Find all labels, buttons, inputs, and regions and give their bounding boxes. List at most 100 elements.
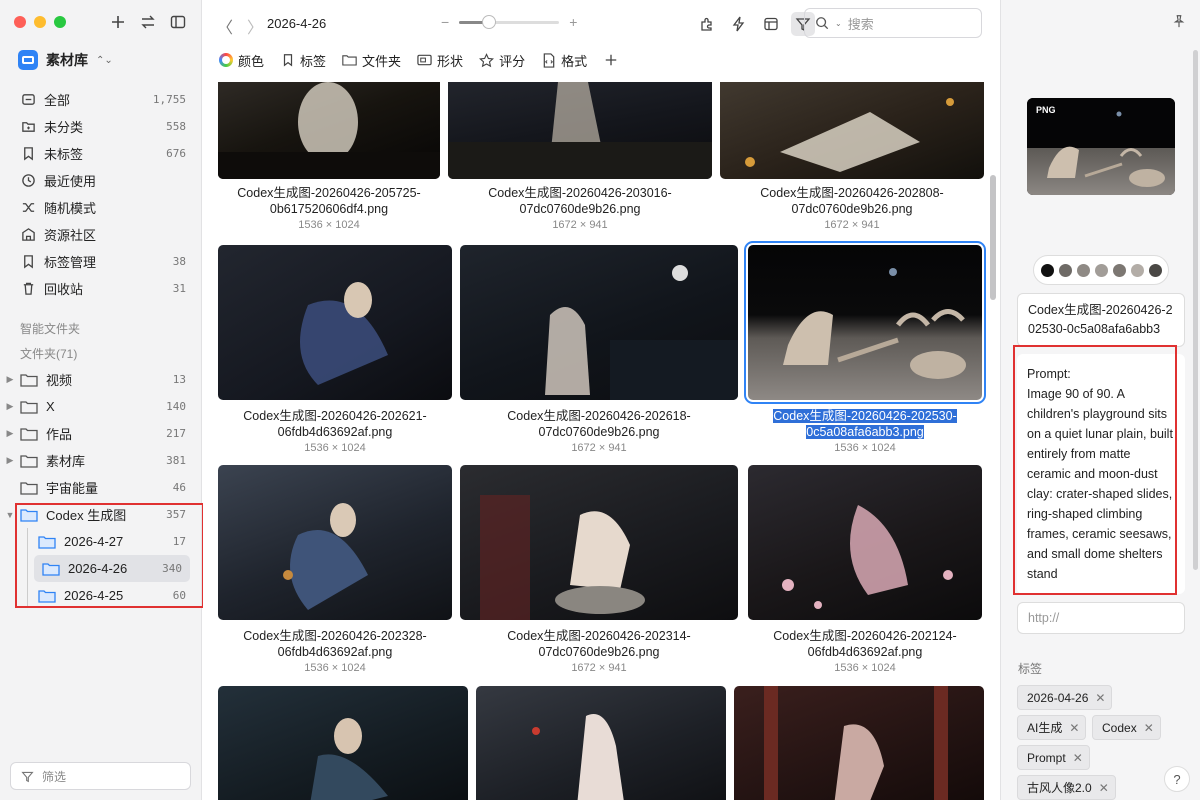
image-thumbnail[interactable] (460, 465, 738, 620)
forward-arrow-icon[interactable]: 〉 (247, 14, 263, 38)
file-name: Codex生成图-20260426-202124- (773, 629, 957, 643)
folder-label: 宇宙能量 (46, 481, 99, 496)
filter-color[interactable]: 颜色 (219, 51, 264, 70)
chevron-down-icon[interactable]: ⌄ (835, 19, 842, 28)
breadcrumb: 2026-4-26 (267, 16, 327, 31)
file-name: 07dc0760de9b26.png (519, 202, 641, 216)
close-icon[interactable]: ✕ (1099, 781, 1109, 795)
nav-item-recent[interactable]: 最近使用 (12, 167, 192, 194)
chevron-right-icon[interactable]: ▶ (4, 428, 16, 439)
file-name: Codex生成图-20260426-202618- (507, 409, 691, 423)
close-icon[interactable]: ✕ (1095, 691, 1105, 705)
color-swatch[interactable] (1130, 263, 1144, 277)
zoom-out-button[interactable]: − (441, 14, 449, 30)
grid-scrollbar[interactable] (990, 175, 996, 300)
close-icon[interactable]: ✕ (1069, 721, 1079, 735)
sidebar-nav: 全部 1,755 未分类 558 未标签 676 最近使用 随机模式 资源社区 … (12, 86, 192, 302)
folder-item[interactable]: ▶ X 140 (4, 393, 194, 420)
sidebar-toggle-icon[interactable] (169, 12, 187, 32)
swap-icon[interactable] (139, 12, 157, 32)
tag-chip[interactable]: Prompt ✕ (1017, 745, 1090, 770)
search-input[interactable]: ⌄ 搜索 (804, 8, 982, 38)
nav-item-trash[interactable]: 回收站 31 (12, 275, 192, 302)
app-window: 素材库 ⌃⌄ 全部 1,755 未分类 558 未标签 676 最近使用 随机模… (0, 0, 1200, 800)
zoom-slider[interactable] (459, 14, 560, 29)
zoom-thumb[interactable] (482, 14, 497, 29)
zoom-in-button[interactable]: + (569, 14, 577, 30)
close-window-button[interactable] (14, 16, 26, 28)
color-swatch[interactable] (1058, 263, 1072, 277)
file-name: Codex生成图-20260426-205725- (237, 186, 421, 200)
filter-tags[interactable]: 标签 (280, 51, 326, 70)
chevron-right-icon[interactable]: ▶ (4, 374, 16, 385)
nav-item-tag-manager[interactable]: 标签管理 38 (12, 248, 192, 275)
color-palette (1033, 255, 1169, 285)
file-name: 07dc0760de9b26.png (538, 425, 660, 439)
file-name: 0c5a08afa6abb3.png (806, 425, 924, 439)
file-name: Codex生成图-20260426-203016- (488, 186, 672, 200)
color-swatch[interactable] (1076, 263, 1090, 277)
image-thumbnail[interactable] (218, 82, 440, 179)
color-swatch[interactable] (1148, 263, 1162, 277)
filter-format[interactable]: 格式 (541, 51, 587, 70)
layout-icon[interactable] (759, 12, 783, 36)
image-thumbnail[interactable] (448, 82, 712, 179)
minimize-window-button[interactable] (34, 16, 46, 28)
filter-label: 颜色 (238, 53, 265, 69)
color-swatch[interactable] (1040, 263, 1054, 277)
filter-folder[interactable]: 文件夹 (342, 51, 401, 70)
image-thumbnail[interactable] (460, 245, 738, 400)
url-input[interactable]: http:// (1017, 602, 1185, 634)
image-thumbnail-selected[interactable] (744, 241, 986, 404)
add-icon[interactable] (109, 12, 127, 32)
close-icon[interactable]: ✕ (1144, 721, 1154, 735)
tag-chip[interactable]: 2026-04-26 ✕ (1017, 685, 1113, 710)
nav-item-uncategorized[interactable]: 未分类 558 (12, 113, 192, 140)
image-dimensions: 1672 × 941 (552, 219, 608, 231)
filename-field[interactable]: Codex生成图-20260426-202530-0c5a08afa6abb3 (1017, 293, 1185, 347)
tag-chip[interactable]: AI生成 ✕ (1017, 715, 1087, 740)
inspector-scrollbar[interactable] (1193, 50, 1198, 570)
image-thumbnail[interactable] (218, 686, 468, 800)
add-filter-button[interactable] (603, 53, 618, 68)
folders-label[interactable]: 文件夹(71) (20, 345, 77, 362)
tag-label: Codex (1102, 720, 1137, 735)
image-thumbnail[interactable] (218, 465, 452, 620)
chevron-right-icon[interactable]: ▶ (4, 401, 16, 412)
filter-shape[interactable]: 形状 (417, 51, 463, 70)
folder-item[interactable]: ▶ 作品 217 (4, 420, 194, 447)
image-thumbnail[interactable] (476, 686, 726, 800)
nav-item-random[interactable]: 随机模式 (12, 194, 192, 221)
file-name: Codex生成图-20260426-202621- (243, 409, 427, 423)
tag-chip[interactable]: 古风人像2.0 ✕ (1017, 775, 1116, 800)
lightning-icon[interactable] (727, 12, 751, 36)
image-preview[interactable]: PNG (1027, 98, 1175, 195)
close-icon[interactable]: ✕ (1073, 751, 1083, 765)
image-thumbnail[interactable] (734, 686, 984, 800)
folder-item[interactable]: ▶ 素材库 381 (4, 447, 194, 474)
image-thumbnail[interactable] (720, 82, 984, 179)
tag-chip[interactable]: Codex ✕ (1092, 715, 1161, 740)
zoom-window-button[interactable] (54, 16, 66, 28)
library-switcher[interactable]: 素材库 ⌃⌄ (18, 50, 113, 70)
nav-item-all[interactable]: 全部 1,755 (12, 86, 192, 113)
pin-icon[interactable] (1172, 14, 1186, 31)
color-swatch[interactable] (1094, 263, 1108, 277)
plugin-icon[interactable] (695, 12, 719, 36)
folder-item[interactable]: 宇宙能量 46 (4, 474, 194, 501)
back-arrow-icon[interactable]: 〈 (217, 14, 233, 38)
nav-item-community[interactable]: 资源社区 (12, 221, 192, 248)
folder-item[interactable]: ▶ 视频 13 (4, 366, 194, 393)
smart-folders-label[interactable]: 智能文件夹 (20, 320, 80, 337)
image-thumbnail[interactable] (748, 465, 982, 620)
help-button[interactable]: ? (1164, 766, 1190, 792)
sidebar-toolbar (109, 12, 187, 32)
color-swatch[interactable] (1112, 263, 1126, 277)
chevron-right-icon[interactable]: ▶ (4, 455, 16, 466)
file-name: Codex生成图-20260426-202530- (773, 409, 957, 423)
image-thumbnail[interactable] (218, 245, 452, 400)
sidebar-filter-input[interactable]: 筛选 (10, 762, 191, 790)
nav-item-untagged[interactable]: 未标签 676 (12, 140, 192, 167)
history-nav: 〈 〉 (217, 14, 263, 38)
filter-rating[interactable]: 评分 (479, 51, 525, 70)
